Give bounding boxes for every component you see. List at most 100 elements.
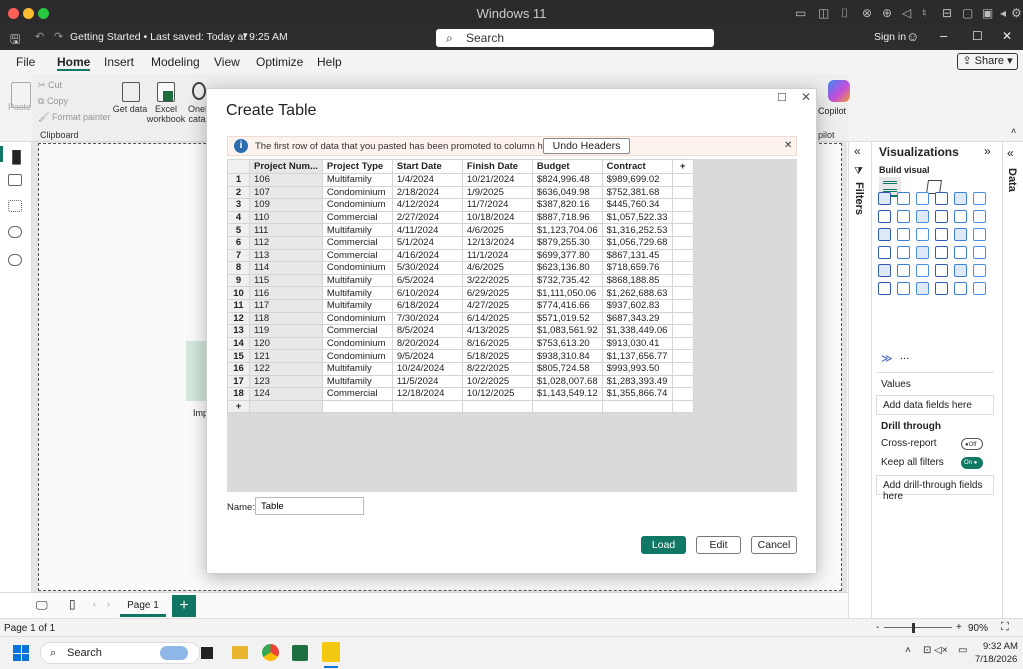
empty-cell[interactable] <box>249 399 323 414</box>
table-cell[interactable]: $937,602.83 <box>601 298 673 313</box>
power-apps-icon[interactable] <box>973 282 986 295</box>
table-name-input[interactable] <box>255 497 364 515</box>
collapse-viz-icon[interactable]: » <box>984 144 991 158</box>
back-icon[interactable]: ◂ <box>1000 6 1006 20</box>
sound-icon[interactable]: ◁ <box>902 6 911 20</box>
table-cell[interactable]: 11/1/2024 <box>461 248 533 263</box>
table-cell[interactable]: $636,049.98 <box>531 185 603 200</box>
table-cell[interactable]: $1,316,252.53 <box>601 223 673 237</box>
table-cell[interactable]: 5/1/2024 <box>391 235 463 250</box>
widgets-icon[interactable] <box>160 646 188 660</box>
table-cell[interactable]: $1,123,704.06 <box>531 223 603 237</box>
smart-narrative-icon[interactable] <box>935 282 948 295</box>
table-cell[interactable]: $753,613.20 <box>531 336 603 351</box>
expand-data-icon[interactable]: « <box>1007 146 1014 160</box>
table-cell[interactable]: Condominium <box>321 198 393 212</box>
empty-cell[interactable] <box>671 248 694 263</box>
table-cell[interactable]: 114 <box>249 261 323 275</box>
clustered-column-chart-icon[interactable] <box>935 192 948 205</box>
network-icon[interactable]: ⊗ <box>862 6 872 20</box>
table-cell[interactable]: 123 <box>249 374 323 389</box>
azure-map-icon[interactable] <box>897 246 910 259</box>
table-cell[interactable]: $993,993.50 <box>601 361 673 376</box>
dialog-maximize-icon[interactable]: ☐ <box>777 91 787 104</box>
empty-cell[interactable] <box>671 399 694 414</box>
menu-home[interactable]: Home <box>57 55 91 71</box>
key-influencers-icon[interactable] <box>878 282 891 295</box>
menu-optimize[interactable]: Optimize <box>256 55 303 69</box>
data-pane[interactable]: « Data <box>1002 142 1023 618</box>
zoom-out-icon[interactable]: - <box>876 622 879 633</box>
search-box[interactable]: ⌕ Search <box>436 29 714 47</box>
empty-cell[interactable] <box>671 235 694 250</box>
drill-through-drop-zone[interactable]: Add drill-through fields here <box>876 475 994 502</box>
clustered-bar-chart-icon[interactable] <box>916 192 929 205</box>
save-icon[interactable]: 🖫 <box>10 30 20 51</box>
scatter-chart-icon[interactable] <box>897 228 910 241</box>
more-options-icon[interactable]: ... <box>900 350 909 362</box>
table-cell[interactable]: 4/6/2025 <box>461 261 533 275</box>
empty-cell[interactable] <box>671 298 694 313</box>
column-header[interactable]: Start Date <box>391 159 463 174</box>
table-cell[interactable]: $752,381.68 <box>601 185 673 200</box>
excel-app-icon[interactable] <box>292 645 308 661</box>
empty-cell[interactable] <box>671 387 694 401</box>
table-cell[interactable]: 5/18/2025 <box>461 349 533 363</box>
menu-view[interactable]: View <box>214 55 240 69</box>
empty-cell[interactable] <box>671 324 694 338</box>
table-cell[interactable]: $1,083,561.92 <box>531 324 603 338</box>
table-cell[interactable]: Multifamily <box>321 223 393 237</box>
table-cell[interactable]: 107 <box>249 185 323 200</box>
table-cell[interactable]: Condominium <box>321 185 393 200</box>
filters-pane[interactable]: « ⧩ Filters <box>848 142 872 618</box>
globe-icon[interactable]: ⊕ <box>882 6 892 20</box>
maximize-icon[interactable]: ☐ <box>972 29 983 43</box>
table-cell[interactable]: 11/7/2024 <box>461 198 533 212</box>
table-cell[interactable]: 7/30/2024 <box>391 311 463 326</box>
donut-chart-icon[interactable] <box>935 228 948 241</box>
table-cell[interactable]: Condominium <box>321 311 393 326</box>
table-cell[interactable]: Multifamily <box>321 173 393 187</box>
table-cell[interactable]: Condominium <box>321 261 393 275</box>
table-cell[interactable]: $718,659.76 <box>601 261 673 275</box>
dismiss-banner-icon[interactable]: ✕ <box>784 140 792 151</box>
dax-query-icon[interactable] <box>8 226 22 238</box>
empty-cell[interactable] <box>671 223 694 237</box>
slicer-icon[interactable] <box>897 264 910 277</box>
multi-row-card-icon[interactable] <box>973 246 986 259</box>
keep-filters-toggle[interactable]: On ● <box>961 457 983 469</box>
table-cell[interactable]: $867,131.45 <box>601 248 673 263</box>
column-header[interactable]: Finish Date <box>461 159 533 174</box>
table-cell[interactable]: $1,056,729.68 <box>601 235 673 250</box>
table-cell[interactable]: 2/27/2024 <box>391 210 463 225</box>
menu-help[interactable]: Help <box>317 55 342 69</box>
python-visual-icon[interactable] <box>973 264 986 277</box>
table-cell[interactable]: 115 <box>249 273 323 288</box>
map-icon[interactable] <box>973 228 986 241</box>
clock-time[interactable]: 9:32 AM <box>983 641 1018 652</box>
table-cell[interactable]: $1,338,449.06 <box>601 324 673 338</box>
table-cell[interactable]: Multifamily <box>321 286 393 300</box>
camera-icon[interactable]: ▢ <box>962 6 973 20</box>
table-cell[interactable]: $387,820.16 <box>531 198 603 212</box>
empty-cell[interactable] <box>671 286 694 300</box>
table-cell[interactable]: 4/6/2025 <box>461 223 533 237</box>
arcgis-map-icon[interactable] <box>916 246 929 259</box>
report-view-icon[interactable]: ▐▌ <box>8 150 25 164</box>
table-cell[interactable]: 122 <box>249 361 323 376</box>
tray-chevron-icon[interactable]: ˄ <box>905 645 911 656</box>
kpi-icon[interactable] <box>878 264 891 277</box>
data-grid[interactable]: Project Num... Project Type Start Date F… <box>227 159 694 414</box>
table-cell[interactable]: 118 <box>249 311 323 326</box>
table-cell[interactable]: 10/21/2024 <box>461 173 533 187</box>
table-cell[interactable]: $1,262,688.63 <box>601 286 673 300</box>
empty-cell[interactable] <box>601 399 673 414</box>
dialog-close-icon[interactable]: ✕ <box>801 90 811 104</box>
empty-cell[interactable] <box>671 185 694 200</box>
table-cell[interactable]: 3/22/2025 <box>461 273 533 288</box>
100-bar-chart-icon[interactable] <box>954 192 967 205</box>
usb-icon[interactable]: ⌷ <box>841 6 848 21</box>
empty-cell[interactable] <box>671 198 694 212</box>
table-cell[interactable]: Commercial <box>321 324 393 338</box>
table-cell[interactable]: 117 <box>249 298 323 313</box>
